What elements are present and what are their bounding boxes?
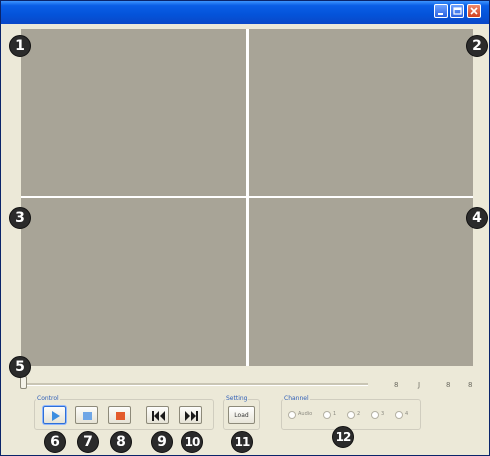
callout-11: 11	[231, 431, 253, 453]
callout-10: 10	[181, 431, 203, 453]
callout-1: 1	[9, 35, 31, 57]
callout-8: 8	[110, 431, 132, 453]
close-icon[interactable]	[467, 4, 481, 18]
channel-radio-1[interactable]	[323, 411, 331, 419]
play-button[interactable]	[43, 406, 66, 424]
next-button[interactable]	[179, 406, 202, 424]
time-mark: 8	[446, 381, 451, 389]
play-icon	[52, 411, 60, 421]
seek-bar[interactable]	[23, 383, 368, 386]
callout-12: 12	[332, 426, 354, 448]
time-mark: J	[418, 381, 421, 389]
channel-radio-3[interactable]	[371, 411, 379, 419]
channel-radio-4[interactable]	[395, 411, 403, 419]
channel-label-audio: Audio	[298, 411, 313, 417]
channel-label-2: 2	[357, 411, 361, 417]
skip-back-icon	[152, 411, 165, 421]
channel-group-label: Channel	[283, 395, 310, 402]
video-pane-2[interactable]	[249, 29, 473, 196]
callout-7: 7	[77, 431, 99, 453]
time-mark: 8	[394, 381, 399, 389]
video-pane-1[interactable]	[21, 29, 246, 196]
maximize-icon[interactable]	[450, 4, 464, 18]
stop-button[interactable]	[108, 406, 131, 424]
minimize-icon[interactable]	[434, 4, 448, 18]
pause-button[interactable]	[75, 406, 98, 424]
video-pane-3[interactable]	[21, 198, 246, 366]
time-mark: 8	[468, 381, 473, 389]
channel-radio-2[interactable]	[347, 411, 355, 419]
title-bar[interactable]	[1, 1, 489, 24]
previous-button[interactable]	[146, 406, 169, 424]
pause-icon	[83, 412, 92, 420]
callout-4: 4	[466, 207, 488, 229]
callout-9: 9	[151, 431, 173, 453]
channel-label-4: 4	[405, 411, 409, 417]
skip-forward-icon	[185, 411, 198, 421]
video-grid	[21, 29, 473, 366]
callout-5: 5	[9, 356, 31, 378]
channel-radio-audio[interactable]	[288, 411, 296, 419]
channel-label-3: 3	[381, 411, 385, 417]
callout-3: 3	[9, 207, 31, 229]
control-group-label: Control	[36, 395, 60, 402]
callout-2: 2	[466, 35, 488, 57]
callout-6: 6	[44, 431, 66, 453]
video-pane-4[interactable]	[249, 198, 473, 366]
stop-icon	[116, 412, 125, 420]
channel-label-1: 1	[333, 411, 337, 417]
player-window: 8 J 8 8 Control Setting Load Channel Aud…	[0, 0, 490, 456]
setting-group-label: Setting	[225, 395, 249, 402]
load-button[interactable]: Load	[228, 406, 255, 424]
